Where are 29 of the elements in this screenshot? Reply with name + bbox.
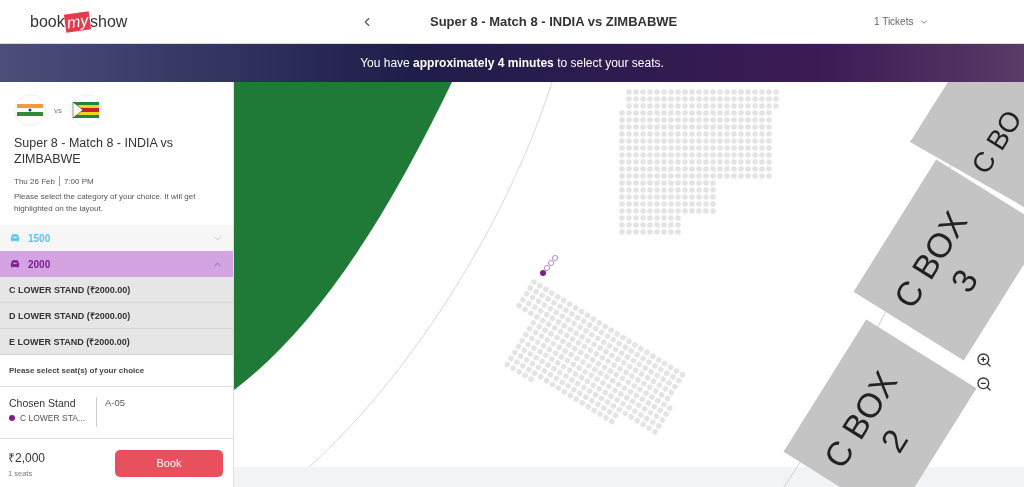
stand-dot xyxy=(9,415,15,421)
timer-message: You have approximately 4 minutes to select your seats. xyxy=(360,56,664,70)
event-time: 7:00 PM xyxy=(63,176,94,186)
chosen-stand-label: Chosen Stand xyxy=(9,397,77,409)
stand-option[interactable]: E LOWER STAND (₹2000.00) xyxy=(0,329,233,355)
book-button[interactable]: Book xyxy=(115,449,223,477)
price-category[interactable]: 2000 xyxy=(0,251,233,277)
event-date: Thu 26 Feb xyxy=(14,176,55,186)
seat-number: A-05 xyxy=(105,397,126,408)
selected-seat-icon xyxy=(540,254,559,276)
zoom-out-icon[interactable] xyxy=(976,376,992,392)
versus-label: vs xyxy=(54,105,62,115)
seat-icon xyxy=(10,233,20,243)
tickets-dropdown[interactable]: 1 Tickets xyxy=(874,16,994,27)
zoom-in-icon[interactable] xyxy=(976,352,992,368)
event-title: Super 8 - Match 8 - INDIA vs ZIMBABWE xyxy=(14,135,175,167)
total-price: ₹2,000 xyxy=(8,449,46,466)
box-label: C BO xyxy=(965,104,1024,180)
india-flag-icon xyxy=(14,94,46,126)
stand-option[interactable]: C LOWER STAND (₹2000.00) xyxy=(0,277,233,303)
category-instructions: Please select the category of your choice. It will get highlighted on the layout. xyxy=(14,191,197,215)
page-title: Super 8 - Match 8 - INDIA vs ZIMBABWE xyxy=(430,14,678,29)
box-section[interactable] xyxy=(910,82,1024,207)
seat-prompt: Please select seat(s) of your choice xyxy=(9,366,145,375)
zimbabwe-flag-icon xyxy=(70,94,102,126)
stand-option[interactable]: D LOWER STAND (₹2000.00) xyxy=(0,303,233,329)
seat-icon xyxy=(10,259,20,269)
logo[interactable]: book my show xyxy=(30,12,360,31)
chosen-stand-name: C LOWER STA... xyxy=(20,413,86,423)
